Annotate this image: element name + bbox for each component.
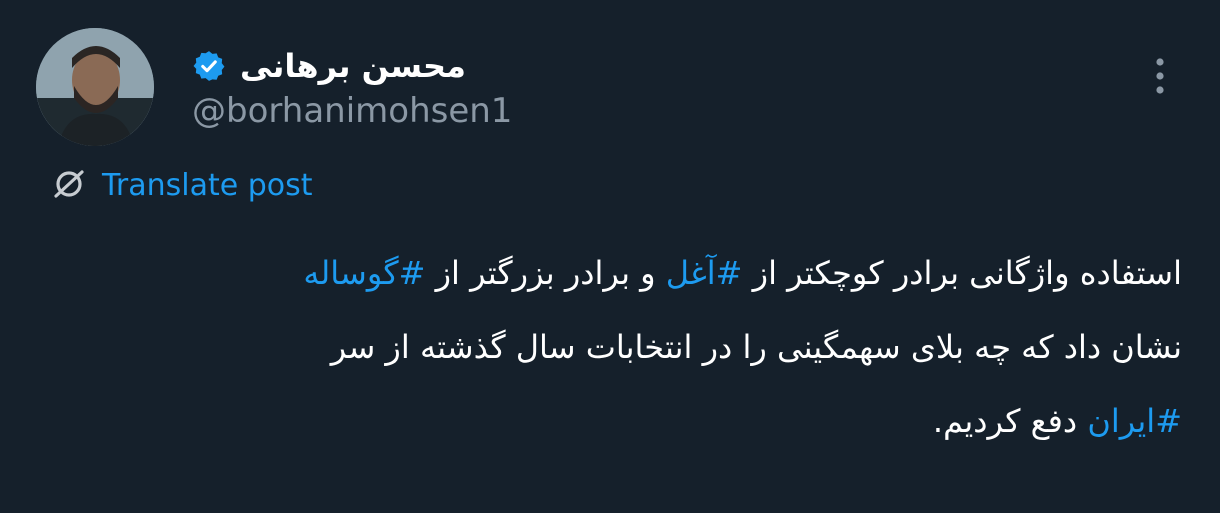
- hashtag-link[interactable]: #آغل: [666, 254, 743, 292]
- hashtag-link[interactable]: #ایران: [1087, 402, 1182, 440]
- post-text: استفاده واژگانی برادر کوچکتر از #آغل و ب…: [40, 236, 1182, 458]
- author-handle[interactable]: @borhanimohsen1: [192, 88, 512, 134]
- translate-icon: [50, 165, 88, 207]
- post-text-segment: نشان داد که چه بلای سهمگینی را در انتخاب…: [330, 328, 1182, 366]
- verified-badge-icon: [192, 49, 226, 83]
- post-card: محسن برهانی @borhanimohsen1 Translate po…: [0, 0, 1220, 513]
- post-text-line-2: نشان داد که چه بلای سهمگینی را در انتخاب…: [40, 310, 1182, 384]
- translate-post-label: Translate post: [102, 168, 313, 203]
- post-text-segment: و برادر بزرگتر از: [425, 254, 666, 292]
- author-display-name[interactable]: محسن برهانی: [240, 42, 466, 90]
- post-text-segment: استفاده واژگانی برادر کوچکتر از: [742, 254, 1182, 292]
- author-name-row: محسن برهانی: [192, 42, 466, 90]
- post-text-segment: دفع کردیم.: [932, 402, 1088, 440]
- translate-post-button[interactable]: Translate post: [50, 164, 313, 208]
- hashtag-link[interactable]: #گوساله: [303, 254, 425, 292]
- avatar-image: [36, 28, 154, 146]
- post-text-line-3: #ایران دفع کردیم.: [40, 384, 1182, 458]
- avatar[interactable]: [36, 28, 154, 146]
- more-vertical-icon[interactable]: [1140, 52, 1180, 104]
- post-text-line-1: استفاده واژگانی برادر کوچکتر از #آغل و ب…: [40, 236, 1182, 310]
